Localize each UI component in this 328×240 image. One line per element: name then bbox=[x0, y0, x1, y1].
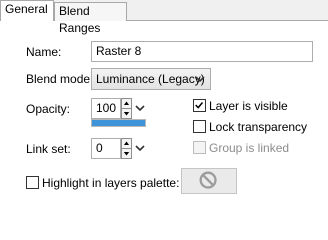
lock-transparency-checkbox[interactable] bbox=[193, 120, 206, 133]
link-set-field[interactable]: 0 bbox=[91, 138, 121, 159]
opacity-slider-fill bbox=[92, 120, 145, 126]
blend-mode-select[interactable]: Luminance (Legacy) bbox=[91, 68, 211, 90]
opacity-label: Opacity: bbox=[26, 102, 71, 116]
tab-general[interactable]: General bbox=[0, 0, 54, 21]
chevron-down-icon bbox=[195, 76, 205, 83]
spin-up-icon[interactable] bbox=[122, 139, 131, 149]
no-color-icon bbox=[199, 171, 217, 189]
spin-down-icon[interactable] bbox=[122, 109, 131, 119]
lock-transparency-label: Lock transparency bbox=[209, 120, 308, 134]
highlight-color-button[interactable] bbox=[181, 168, 237, 194]
group-linked-label: Group is linked bbox=[209, 141, 290, 155]
group-linked-checkbox bbox=[193, 141, 206, 154]
blend-mode-value: Luminance (Legacy) bbox=[96, 72, 205, 86]
opacity-field[interactable]: 100 bbox=[91, 98, 121, 119]
tab-blend-ranges-label: Blend Ranges bbox=[59, 4, 101, 35]
name-field[interactable]: Raster 8 bbox=[91, 41, 313, 62]
opacity-spinner[interactable] bbox=[121, 98, 132, 119]
layer-visible-checkbox[interactable] bbox=[193, 99, 206, 112]
spin-up-icon[interactable] bbox=[122, 99, 131, 109]
opacity-dropdown-icon[interactable] bbox=[134, 98, 146, 119]
link-set-label: Link set: bbox=[26, 142, 71, 156]
layer-visible-label: Layer is visible bbox=[209, 99, 288, 113]
name-label: Name: bbox=[26, 45, 62, 59]
highlight-label: Highlight in layers palette: bbox=[42, 176, 180, 190]
highlight-checkbox[interactable] bbox=[26, 176, 39, 189]
tab-general-label: General bbox=[5, 2, 48, 16]
spin-down-icon[interactable] bbox=[122, 149, 131, 159]
link-set-spinner[interactable] bbox=[121, 138, 132, 159]
link-set-dropdown-icon[interactable] bbox=[134, 138, 146, 159]
blend-mode-label: Blend mode: bbox=[26, 72, 94, 86]
opacity-slider[interactable] bbox=[91, 119, 146, 127]
checkmark-icon bbox=[195, 102, 204, 109]
tab-blend-ranges[interactable]: Blend Ranges bbox=[54, 2, 127, 35]
